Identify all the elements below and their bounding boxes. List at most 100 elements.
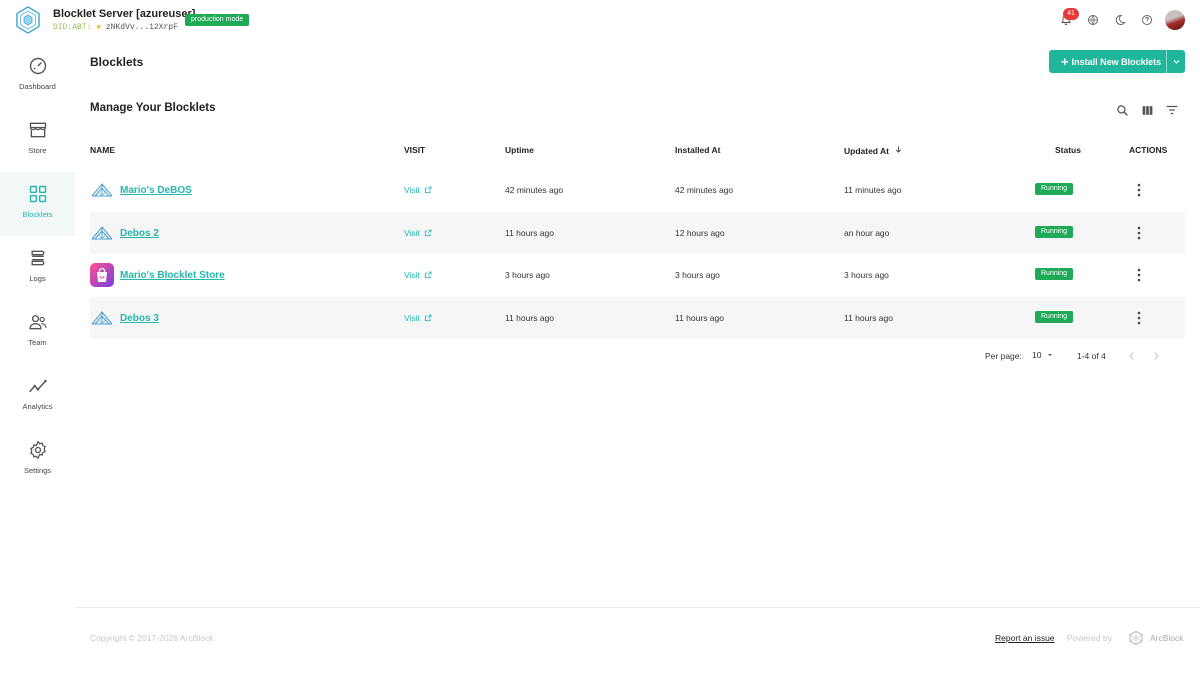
install-new-blocklets-button[interactable]: + Install New Blocklets <box>1049 50 1185 73</box>
sidebar-item-analytics[interactable]: Analytics <box>0 364 75 428</box>
uptime-value: 11 hours ago <box>505 228 554 238</box>
blocklet-name-link[interactable]: Mario's DeBOS <box>120 169 192 211</box>
sidebar-item-store[interactable]: Store <box>0 108 75 172</box>
more-actions-icon[interactable] <box>1135 226 1143 240</box>
more-actions-icon[interactable] <box>1135 311 1143 325</box>
visit-link[interactable]: Visit <box>404 254 432 296</box>
column-header-visit: VISIT <box>404 145 426 155</box>
external-link-icon <box>424 186 432 194</box>
globe-icon[interactable] <box>1083 10 1103 30</box>
chevron-down-icon <box>1172 59 1180 64</box>
user-avatar[interactable] <box>1165 10 1185 30</box>
per-page-value: 10 <box>1032 350 1042 360</box>
more-actions-icon[interactable] <box>1135 183 1143 197</box>
notification-count-badge: 41 <box>1063 8 1079 20</box>
sidebar-item-label: Store <box>28 146 47 155</box>
sidebar-item-label: Logs <box>29 274 46 283</box>
server-title: Blocklet Server [azureuser] <box>53 8 196 20</box>
visit-link[interactable]: Visit <box>404 297 432 339</box>
blocklet-name-link[interactable]: Debos 2 <box>120 212 159 254</box>
visit-label: Visit <box>404 228 420 238</box>
updated-at-value: 11 minutes ago <box>844 185 902 195</box>
sidebar-item-team[interactable]: Team <box>0 300 75 364</box>
sidebar-item-label: Settings <box>23 466 52 475</box>
analytics-icon <box>28 379 47 393</box>
previous-page-icon[interactable] <box>1126 350 1138 362</box>
table-row: Debos 3 Visit 11 hours ago 11 hours ago … <box>90 297 1185 339</box>
copyright-text: Copyright © 2017-2026 ArcBlock <box>90 633 214 643</box>
team-icon <box>28 315 46 330</box>
sidebar-item-label: Blocklets <box>22 210 53 219</box>
blocklet-server-logo[interactable] <box>14 6 42 34</box>
plus-icon: + <box>1061 54 1069 69</box>
arcblock-brand[interactable]: ArcBlock <box>1150 633 1184 643</box>
blocklet-name-link[interactable]: Mario's Blocklet Store <box>120 254 225 296</box>
updated-at-value: an hour ago <box>844 228 890 238</box>
column-header-installed-at[interactable]: Installed At <box>675 145 721 155</box>
blocklet-name-link[interactable]: Debos 3 <box>120 297 159 339</box>
visit-label: Visit <box>404 313 420 323</box>
uptime-value: 42 minutes ago <box>505 185 564 195</box>
more-actions-icon[interactable] <box>1135 268 1143 282</box>
visit-link[interactable]: Visit <box>404 169 432 211</box>
column-header-name[interactable]: NAME <box>90 145 115 155</box>
installed-at-value: 11 hours ago <box>675 313 724 323</box>
install-dropdown-toggle[interactable] <box>1167 57 1185 66</box>
external-link-icon <box>424 314 432 322</box>
sidebar-item-label: Team <box>28 338 47 347</box>
filter-icon[interactable] <box>1164 102 1180 118</box>
did-value: zNKdVv...12XrpF <box>105 23 178 32</box>
footer-divider <box>75 607 1200 608</box>
moon-icon[interactable] <box>1110 10 1130 30</box>
store-bag-icon <box>90 263 114 287</box>
sidebar-item-dashboard[interactable]: Dashboard <box>0 44 75 108</box>
help-icon[interactable] <box>1137 10 1157 30</box>
updated-at-value: 3 hours ago <box>844 270 889 280</box>
sidebar-item-label: Analytics <box>22 402 53 411</box>
dashboard-icon <box>29 57 46 75</box>
caret-down-icon <box>1048 354 1053 356</box>
column-header-status[interactable]: Status <box>1055 145 1081 155</box>
logs-icon <box>31 250 44 266</box>
production-mode-badge: production mode <box>185 14 250 26</box>
columns-icon[interactable] <box>1139 102 1155 118</box>
arcblock-logo-icon[interactable] <box>1128 630 1144 646</box>
external-link-icon <box>424 271 432 279</box>
table-row: Debos 2 Visit 11 hours ago 12 hours ago … <box>90 212 1185 254</box>
top-header: Blocklet Server [azureuser] DID:ABT: ❖ z… <box>0 0 1200 40</box>
visit-link[interactable]: Visit <box>404 212 432 254</box>
page-range: 1-4 of 4 <box>1077 351 1106 361</box>
sidebar: Dashboard Store Blocklets Logs Team Anal… <box>0 40 75 675</box>
debos-icon <box>91 311 113 325</box>
did-prefix: DID:ABT: <box>53 23 92 32</box>
table-row: Mario's Blocklet Store Visit 3 hours ago… <box>90 254 1185 296</box>
store-icon <box>29 122 46 138</box>
install-button-label: Install New Blocklets <box>1071 56 1162 67</box>
uptime-value: 3 hours ago <box>505 270 550 280</box>
visit-label: Visit <box>404 270 420 280</box>
next-page-icon[interactable] <box>1150 350 1162 362</box>
did-avatar-icon: ❖ <box>96 23 102 32</box>
status-badge: Running <box>1035 268 1074 280</box>
report-issue-link[interactable]: Report an issue <box>995 633 1055 643</box>
column-header-updated-at[interactable]: Updated At <box>844 145 903 156</box>
per-page-select[interactable]: 10 <box>1032 350 1054 360</box>
sort-arrow-down-icon <box>896 146 902 153</box>
debos-icon <box>91 183 113 197</box>
search-icon[interactable] <box>1114 102 1130 118</box>
server-did[interactable]: DID:ABT: ❖ zNKdVv...12XrpF <box>53 22 178 32</box>
installed-at-value: 12 hours ago <box>675 228 725 238</box>
column-header-label: Updated At <box>844 146 890 156</box>
column-header-uptime[interactable]: Uptime <box>505 145 534 155</box>
installed-at-value: 42 minutes ago <box>675 185 734 195</box>
per-page-label: Per page: <box>985 351 1022 361</box>
debos-icon <box>91 226 113 240</box>
sidebar-item-logs[interactable]: Logs <box>0 236 75 300</box>
status-badge: Running <box>1035 226 1074 238</box>
sidebar-item-label: Dashboard <box>19 82 56 91</box>
sidebar-item-blocklets[interactable]: Blocklets <box>0 172 75 236</box>
status-badge: Running <box>1035 183 1074 195</box>
updated-at-value: 11 hours ago <box>844 313 893 323</box>
sidebar-item-settings[interactable]: Settings <box>0 428 75 492</box>
install-button-main[interactable]: + Install New Blocklets <box>1049 50 1167 73</box>
